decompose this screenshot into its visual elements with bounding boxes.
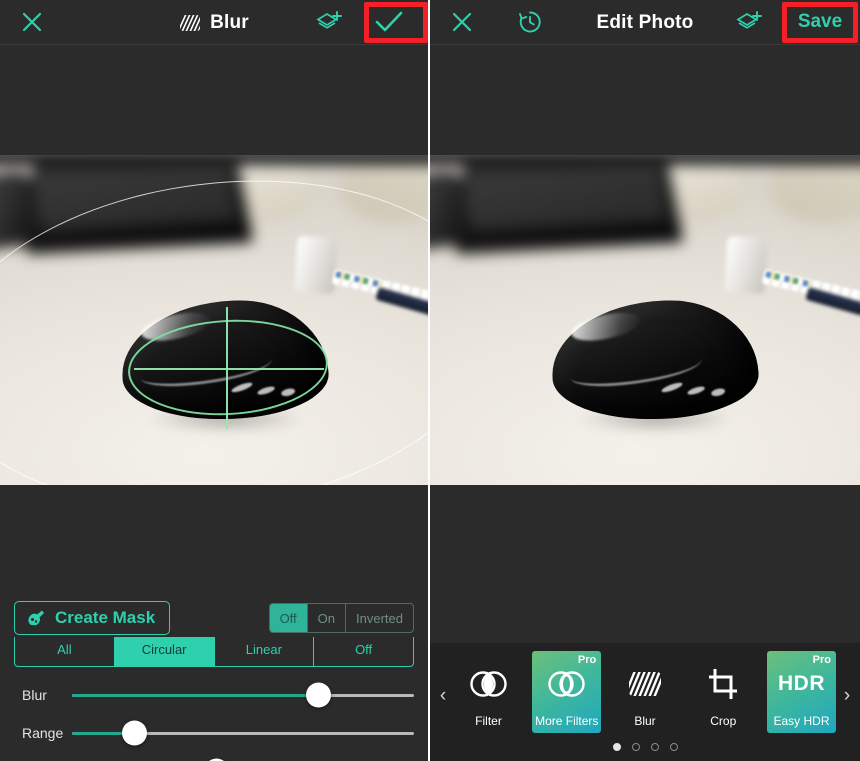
mouse-button-seam (139, 346, 274, 391)
mask-state-off[interactable]: Off (269, 604, 308, 632)
tool-blur[interactable]: Blur (611, 651, 680, 733)
blurred-background (430, 155, 860, 281)
blur-header-bar: Blur (0, 0, 428, 45)
mask-state-inverted[interactable]: Inverted (346, 604, 413, 632)
overlapping-circles-icon (468, 665, 510, 703)
close-button[interactable] (440, 0, 484, 45)
close-button[interactable] (10, 0, 54, 45)
blur-type-off[interactable]: Off (314, 632, 413, 666)
crop-frame-icon (706, 665, 740, 703)
white-adapter (294, 235, 338, 295)
photo-preview-masked[interactable] (0, 155, 428, 485)
mouse-highlight-3 (280, 387, 296, 398)
pro-badge: Pro (577, 654, 597, 666)
mask-brush-icon (28, 610, 44, 626)
white-adapter (724, 235, 768, 295)
slider-blur-knob[interactable] (306, 682, 332, 708)
slider-blur-track[interactable] (72, 682, 414, 708)
add-layer-button[interactable] (308, 0, 352, 45)
hdr-glyph: HDR (778, 672, 825, 695)
mouse-highlight-3 (710, 387, 726, 398)
blur-type-all[interactable]: All (15, 632, 115, 666)
slider-gloss[interactable]: Gloss (0, 753, 428, 761)
save-button[interactable]: Save (784, 0, 856, 45)
slider-range-knob[interactable] (121, 720, 147, 746)
background-blob-right (770, 155, 860, 223)
photo-image (0, 155, 428, 485)
slider-blur-fill (72, 693, 319, 697)
tool-filter-label: Filter (475, 714, 502, 728)
create-mask-label: Create Mask (55, 608, 156, 627)
photo-preview-result[interactable] (430, 155, 860, 485)
blur-type-circular[interactable]: Circular (114, 632, 215, 666)
mask-state-on[interactable]: On (308, 604, 347, 632)
tool-blur-label: Blur (634, 714, 656, 728)
tool-more-filters-label: More Filters (535, 714, 599, 728)
slider-range-label: Range (22, 725, 64, 741)
close-x-icon (22, 12, 42, 32)
tool-crop-label: Crop (710, 714, 737, 728)
slider-blur[interactable]: Blur (0, 677, 428, 713)
keyboard (455, 155, 684, 255)
tool-more-filters[interactable]: Pro More Filters (532, 651, 602, 733)
slider-blur-label: Blur (22, 687, 47, 703)
blur-editor-panel: Blur All Circular Linear Off Create Mask… (0, 0, 430, 761)
history-button[interactable] (508, 0, 552, 45)
page-dot-2[interactable] (631, 743, 640, 751)
page-dot-4[interactable] (669, 743, 678, 751)
screenshot-stage: Blur All Circular Linear Off Create Mask… (0, 0, 860, 761)
save-label: Save (797, 11, 843, 32)
mouse-highlight-2 (256, 384, 276, 397)
slider-range-track[interactable] (72, 720, 414, 746)
close-x-icon (452, 12, 472, 32)
carousel-prev-arrow[interactable]: ‹ (434, 681, 452, 711)
tool-carousel: ‹ › Filter Pro More Filters Blur Crop Pr… (430, 643, 860, 761)
panel-title-text: Edit Photo (596, 11, 694, 33)
tool-crop[interactable]: Crop (689, 651, 758, 733)
blur-hatch-icon (627, 665, 663, 703)
tool-easy-hdr[interactable]: Pro HDR Easy HDR (767, 651, 836, 733)
add-layer-icon (736, 11, 762, 29)
edit-photo-header-bar: Edit Photo Save (430, 0, 860, 45)
mouse-highlight-1 (660, 380, 684, 395)
blur-controls: All Circular Linear Off Create Mask Off … (0, 595, 428, 761)
photo-image (430, 155, 860, 485)
keyboard (25, 155, 254, 255)
mouse-button-seam (569, 346, 704, 391)
mouse-highlight-2 (686, 384, 706, 397)
carousel-page-dots (430, 743, 860, 751)
blur-hatch-icon (179, 14, 201, 32)
carousel-next-arrow[interactable]: › (838, 681, 856, 711)
slider-range[interactable]: Range (0, 715, 428, 751)
add-layer-icon (316, 11, 342, 29)
top-dark-strip (430, 155, 860, 165)
panel-title-text: Blur (210, 11, 249, 33)
background-blob-right (340, 155, 428, 223)
tool-filter[interactable]: Filter (454, 651, 523, 733)
hdr-text-icon: HDR (778, 665, 825, 703)
checkmark-icon (375, 11, 403, 32)
edit-photo-panel: Edit Photo Save ‹ › Filter Pro More Filt… (430, 0, 860, 761)
blur-type-linear[interactable]: Linear (215, 632, 315, 666)
mask-state-segmented-control[interactable]: Off On Inverted (268, 603, 414, 633)
mouse-highlight-1 (230, 380, 254, 395)
tool-tiles: Filter Pro More Filters Blur Crop Pro HD… (454, 649, 836, 735)
history-clock-icon (519, 11, 541, 33)
pro-badge: Pro (812, 654, 831, 666)
page-dot-3[interactable] (650, 743, 659, 751)
page-dot-1[interactable] (612, 743, 621, 751)
overlapping-circles-icon (546, 665, 588, 703)
mask-row: Create Mask Off On Inverted (0, 599, 428, 637)
top-dark-strip (0, 155, 428, 165)
blurred-background (0, 155, 428, 281)
add-layer-button[interactable] (728, 0, 772, 45)
confirm-button[interactable] (358, 0, 420, 45)
tool-easy-hdr-label: Easy HDR (773, 714, 830, 728)
create-mask-button[interactable]: Create Mask (14, 601, 171, 635)
